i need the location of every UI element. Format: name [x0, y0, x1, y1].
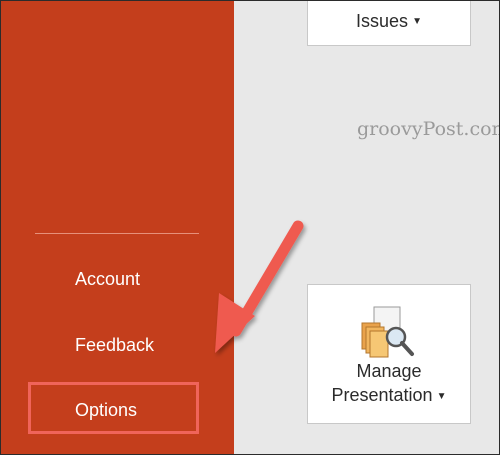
- main-content: Issues ▼ groovyPost.com Manage Presentat…: [234, 1, 499, 454]
- sidebar-item-account[interactable]: Account: [75, 269, 140, 290]
- sidebar-divider: [35, 233, 199, 234]
- options-highlight-box: [28, 382, 199, 434]
- chevron-down-icon: ▼: [412, 15, 422, 27]
- watermark: groovyPost.com: [357, 118, 500, 140]
- issues-label: Issues: [356, 10, 409, 31]
- manage-presentation-icon: [361, 306, 414, 358]
- backstage-sidebar: Account Feedback Options: [1, 1, 234, 454]
- manage-label-line1: Manage: [356, 361, 422, 381]
- backstage-window: Account Feedback Options Issues ▼ groovy…: [0, 0, 500, 455]
- manage-presentation-button[interactable]: Manage Presentation ▼: [307, 284, 471, 424]
- manage-label-line2-text: Presentation: [331, 385, 433, 405]
- sidebar-item-feedback[interactable]: Feedback: [75, 335, 154, 356]
- manage-label-line2: Presentation ▼: [308, 385, 470, 406]
- check-issues-button[interactable]: Issues ▼: [307, 1, 471, 46]
- chevron-down-icon: ▼: [436, 390, 447, 402]
